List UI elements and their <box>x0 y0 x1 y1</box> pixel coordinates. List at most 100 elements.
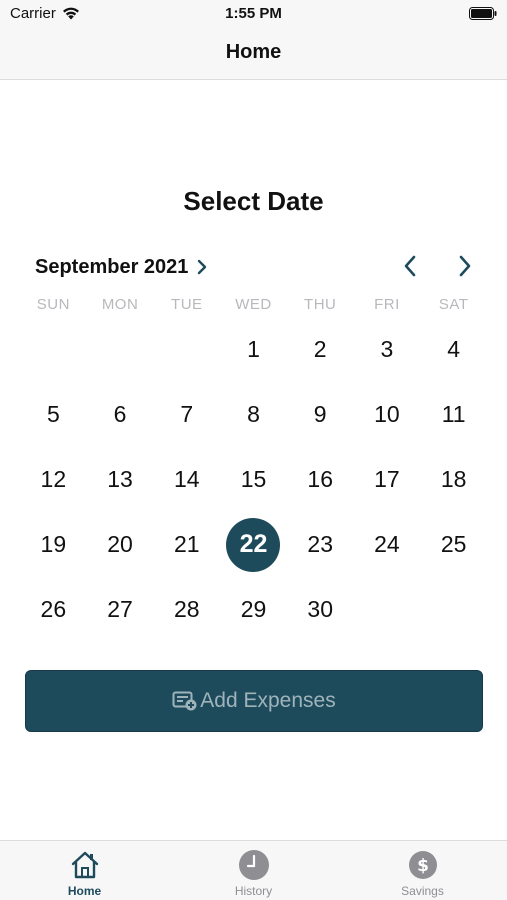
tab-home[interactable]: Home <box>0 841 169 900</box>
calendar-day-cell: 9 <box>287 382 354 447</box>
calendar-day[interactable]: 14 <box>160 453 214 507</box>
next-month-button[interactable] <box>451 252 479 280</box>
weekday-header: SUN MON TUE WED THU FRI SAT <box>20 296 487 313</box>
status-bar: Carrier 1:55 PM <box>0 0 507 28</box>
calendar-day-cell: 15 <box>220 447 287 512</box>
weekday-label: FRI <box>374 296 400 313</box>
calendar-day[interactable]: 25 <box>427 518 481 572</box>
calendar-day-cell: 11 <box>420 382 487 447</box>
calendar-day[interactable]: 26 <box>26 583 80 637</box>
calendar-day-cell: 2 <box>287 317 354 382</box>
calendar-day[interactable]: 30 <box>293 583 347 637</box>
dollar-icon: $ <box>409 851 437 879</box>
calendar-day-cell: 20 <box>87 512 154 577</box>
battery-icon <box>469 7 497 20</box>
calendar-day[interactable]: 21 <box>160 518 214 572</box>
calendar-blank-cell <box>153 317 220 382</box>
calendar-day[interactable]: 16 <box>293 453 347 507</box>
status-time: 1:55 PM <box>225 5 282 22</box>
expense-add-icon <box>172 691 197 711</box>
previous-month-button[interactable] <box>396 252 424 280</box>
calendar-day[interactable]: 10 <box>360 388 414 442</box>
calendar-day-cell: 4 <box>420 317 487 382</box>
home-icon <box>71 851 99 879</box>
calendar-blank-cell <box>20 317 87 382</box>
calendar-day-cell: 18 <box>420 447 487 512</box>
tab-label: Savings <box>401 884 444 898</box>
calendar-day[interactable]: 19 <box>26 518 80 572</box>
add-expenses-button[interactable]: Add Expenses <box>25 670 483 732</box>
svg-text:$: $ <box>417 856 429 876</box>
calendar-day[interactable]: 27 <box>93 583 147 637</box>
calendar-day-cell: 26 <box>20 577 87 642</box>
tab-history[interactable]: History <box>169 841 338 900</box>
calendar-day-cell: 7 <box>153 382 220 447</box>
chevron-right-icon <box>198 259 207 275</box>
calendar-day[interactable]: 2 <box>293 323 347 377</box>
calendar-day[interactable]: 23 <box>293 518 347 572</box>
calendar-day-cell: 29 <box>220 577 287 642</box>
calendar-day[interactable]: 18 <box>427 453 481 507</box>
calendar-day[interactable]: 11 <box>427 388 481 442</box>
nav-title: Home <box>225 41 282 63</box>
calendar-day-selected[interactable]: 22 <box>226 517 281 572</box>
calendar-day[interactable]: 6 <box>93 388 147 442</box>
tab-label: History <box>234 884 273 898</box>
calendar-day[interactable]: 15 <box>226 453 280 507</box>
weekday-label: SUN <box>36 296 70 313</box>
calendar-day-cell: 16 <box>287 447 354 512</box>
calendar-day-cell: 3 <box>354 317 421 382</box>
calendar-day-cell: 13 <box>87 447 154 512</box>
calendar-day-cell: 28 <box>153 577 220 642</box>
calendar-day[interactable]: 17 <box>360 453 414 507</box>
calendar-day[interactable]: 1 <box>226 323 280 377</box>
calendar-grid: 1 2 3 4 5 6 7 8 9 10 11 12 13 14 15 16 17 18 19 20 21 22 23 24 2… <box>20 317 487 642</box>
calendar-day[interactable]: 9 <box>293 388 347 442</box>
calendar-day[interactable]: 5 <box>26 388 80 442</box>
weekday-label: MON <box>101 296 139 313</box>
calendar-day[interactable]: 3 <box>360 323 414 377</box>
calendar-day-cell: 14 <box>153 447 220 512</box>
tab-savings[interactable]: $ Savings <box>338 841 507 900</box>
select-date-title: Select Date <box>183 186 324 216</box>
calendar-day-cell: 19 <box>20 512 87 577</box>
calendar-day-cell: 27 <box>87 577 154 642</box>
calendar-day[interactable]: 29 <box>226 583 280 637</box>
chevron-left-icon <box>404 255 416 277</box>
calendar-day[interactable]: 20 <box>93 518 147 572</box>
calendar-day[interactable]: 4 <box>427 323 481 377</box>
calendar-day-cell: 10 <box>354 382 421 447</box>
calendar-day[interactable]: 12 <box>26 453 80 507</box>
calendar-day[interactable]: 24 <box>360 518 414 572</box>
app-screen: Carrier 1:55 PM Home Select Date Septemb… <box>0 0 507 900</box>
calendar-day-cell: 22 <box>220 512 287 577</box>
clock-icon <box>239 850 269 880</box>
weekday-label: TUE <box>171 296 203 313</box>
weekday-label: WED <box>235 296 272 313</box>
tab-label: Home <box>67 884 102 898</box>
month-label: September 2021 <box>35 255 189 278</box>
tab-bar: Home History $ Savings <box>0 840 507 900</box>
calendar-day[interactable]: 13 <box>93 453 147 507</box>
chevron-right-icon <box>459 255 471 277</box>
calendar-day-cell: 5 <box>20 382 87 447</box>
calendar-day[interactable]: 28 <box>160 583 214 637</box>
weekday-label: SAT <box>438 296 469 313</box>
add-expenses-label: Add Expenses <box>200 689 336 712</box>
calendar-day-cell: 24 <box>354 512 421 577</box>
calendar-day-cell: 25 <box>420 512 487 577</box>
month-picker-toggle[interactable]: September 2021 <box>35 254 208 280</box>
calendar-day-cell: 23 <box>287 512 354 577</box>
calendar-day-cell: 8 <box>220 382 287 447</box>
calendar-day[interactable]: 7 <box>160 388 214 442</box>
calendar-day-cell: 6 <box>87 382 154 447</box>
navigation-bar: Home <box>0 28 507 80</box>
calendar-day-cell: 21 <box>153 512 220 577</box>
calendar-day[interactable]: 8 <box>226 388 280 442</box>
weekday-label: THU <box>304 296 337 313</box>
calendar-blank-cell <box>87 317 154 382</box>
calendar-day-cell: 17 <box>354 447 421 512</box>
calendar-day-cell: 30 <box>287 577 354 642</box>
calendar-day-cell: 1 <box>220 317 287 382</box>
calendar-day-cell: 12 <box>20 447 87 512</box>
